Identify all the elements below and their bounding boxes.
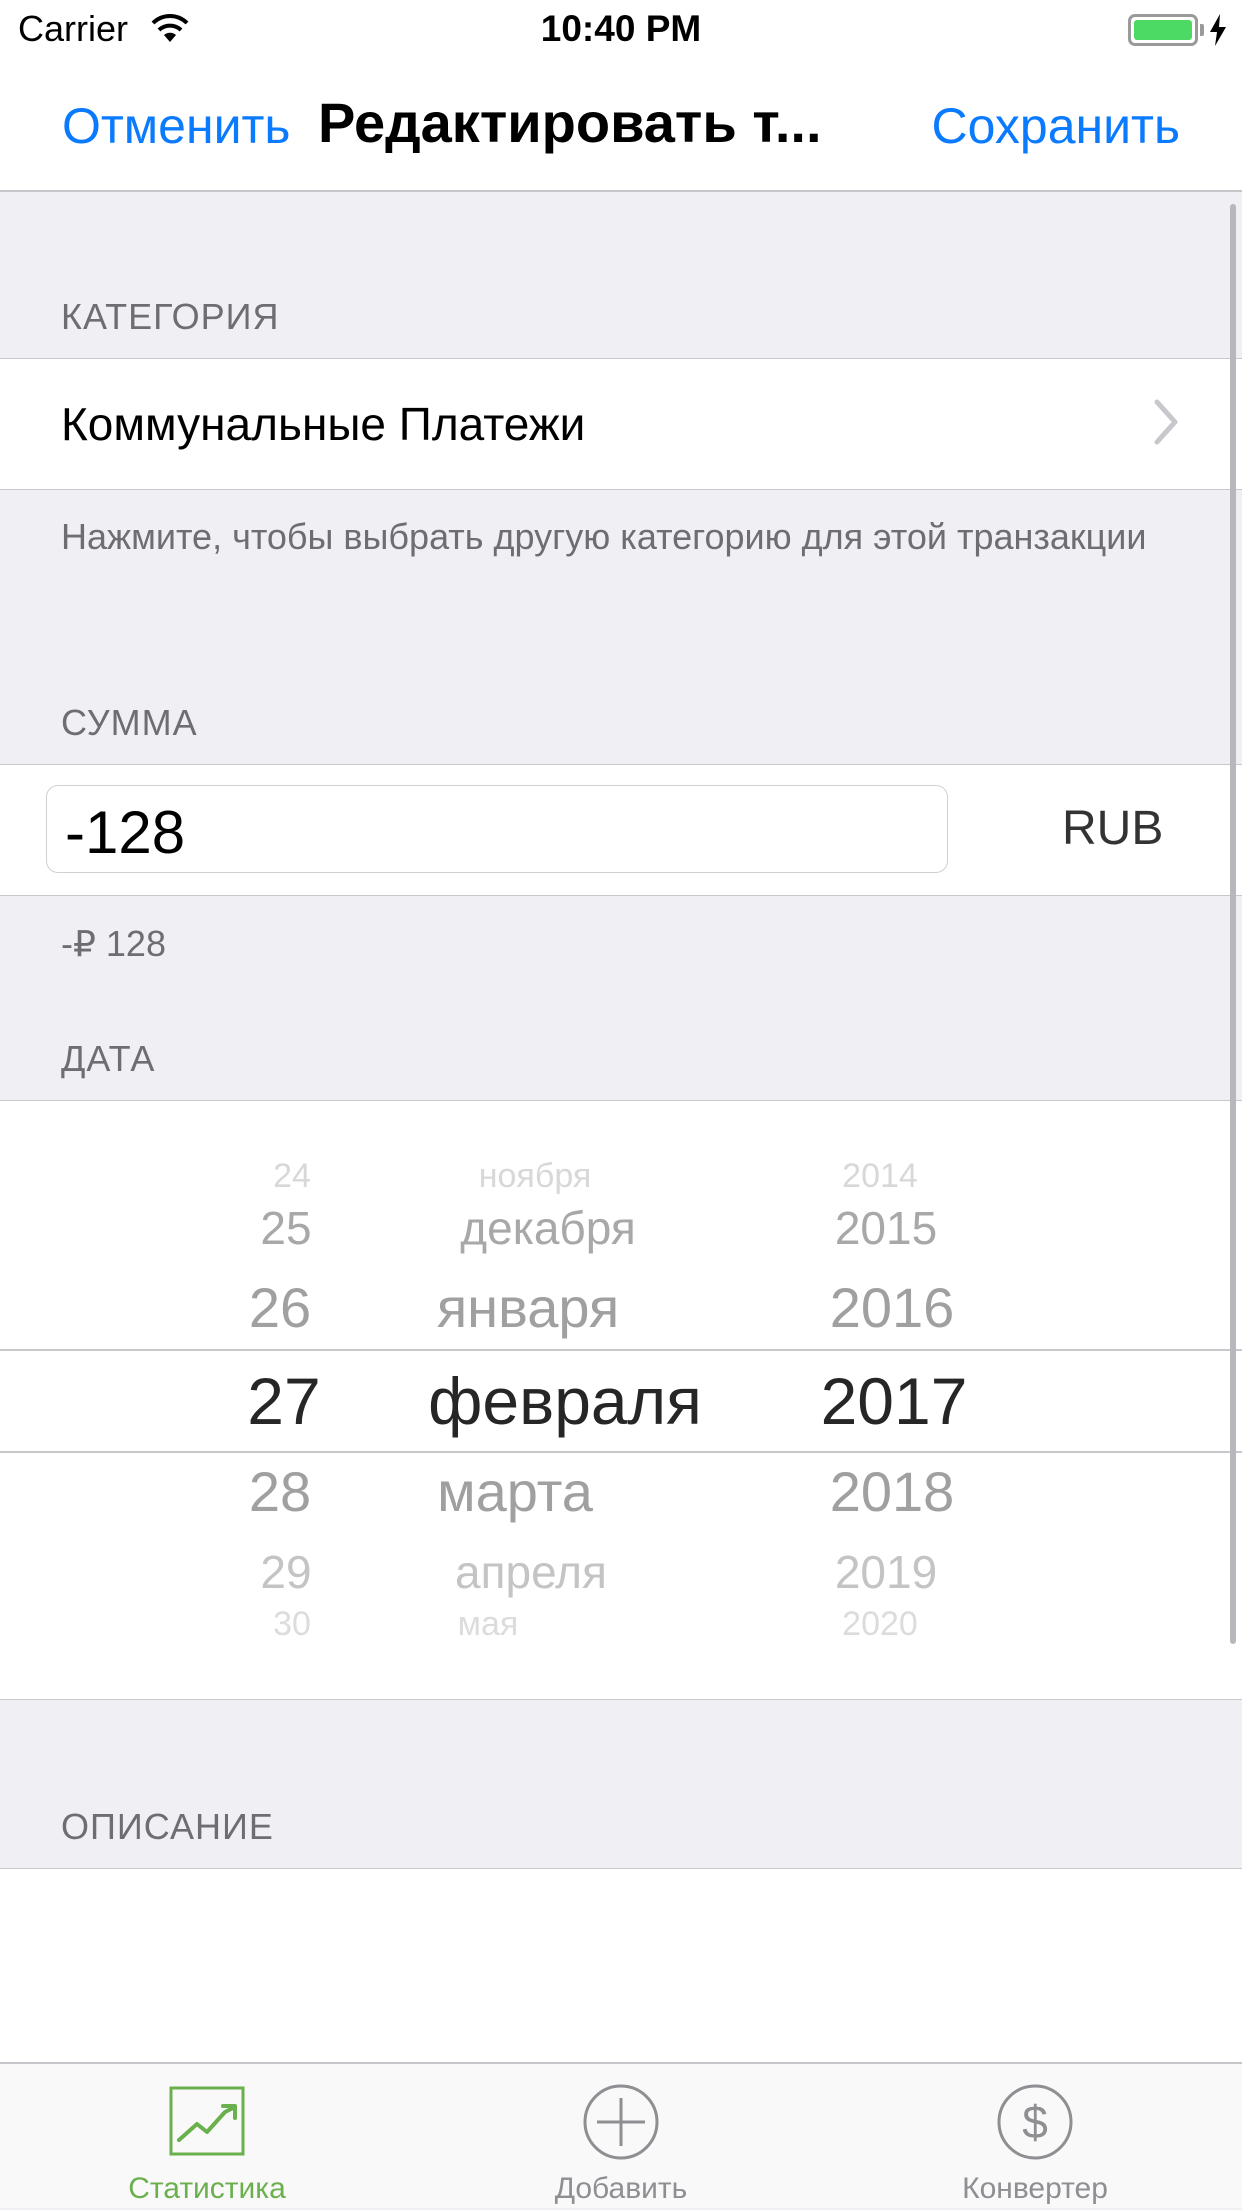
- currency-button[interactable]: RUB: [1062, 801, 1163, 856]
- picker-month: ноября: [478, 1157, 592, 1195]
- picker-month: декабря: [460, 1202, 636, 1254]
- description-field[interactable]: [0, 1868, 1242, 2064]
- tab-statistics[interactable]: Статистика: [0, 2064, 414, 2210]
- picker-selection-top: [0, 1349, 1242, 1351]
- tab-add[interactable]: Добавить: [414, 2064, 828, 2210]
- picker-day: 28: [248, 1460, 312, 1523]
- category-cell[interactable]: Коммунальные Платежи: [0, 358, 1242, 490]
- picker-month: января: [436, 1276, 620, 1339]
- svg-text:$: $: [1022, 2096, 1048, 2148]
- picker-year: 2014: [842, 1157, 918, 1195]
- picker-year: 2016: [829, 1276, 955, 1339]
- tab-bar: Статистика Добавить $ Конвертер: [0, 2062, 1242, 2208]
- save-button[interactable]: Сохранить: [932, 97, 1180, 155]
- amount-section-header: СУММА: [61, 702, 198, 743]
- category-section-header: КАТЕГОРИЯ: [61, 296, 280, 337]
- amount-input[interactable]: -128: [46, 785, 948, 873]
- picker-month: марта: [437, 1460, 593, 1523]
- chart-icon: [169, 2086, 245, 2156]
- date-picker[interactable]: 24 25 26 27 28 29 30 ноября декабря янва…: [0, 1100, 1242, 1700]
- dollar-circle-icon: $: [997, 2084, 1073, 2160]
- status-bar: Carrier 10:40 PM: [0, 0, 1242, 60]
- page-title: Редактировать т...: [318, 91, 822, 154]
- picker-month: апреля: [455, 1546, 607, 1598]
- category-label: Коммунальные Платежи: [61, 398, 586, 450]
- picker-year-selected: 2017: [820, 1364, 968, 1438]
- picker-year: 2019: [834, 1546, 938, 1598]
- picker-year: 2020: [842, 1605, 918, 1643]
- amount-formatted: -₽ 128: [61, 923, 166, 964]
- tab-add-label: Добавить: [554, 2172, 688, 2205]
- picker-day: 24: [273, 1157, 311, 1195]
- description-section-header: ОПИСАНИЕ: [61, 1806, 274, 1847]
- battery-tip: [1200, 24, 1204, 36]
- tab-converter[interactable]: $ Конвертер: [828, 2064, 1242, 2210]
- navigation-bar: Отменить Редактировать т... Сохранить: [0, 60, 1242, 192]
- date-section-header: ДАТА: [61, 1038, 156, 1079]
- chevron-right-icon: [1154, 399, 1178, 445]
- picker-month-selected: февраля: [428, 1364, 702, 1438]
- picker-selection-bottom: [0, 1451, 1242, 1453]
- picker-day: 26: [248, 1276, 312, 1339]
- charging-icon: [1210, 14, 1226, 46]
- tab-converter-label: Конвертер: [962, 2172, 1108, 2205]
- picker-day: 25: [260, 1202, 312, 1254]
- tab-statistics-label: Статистика: [128, 2172, 286, 2205]
- amount-cell: -128 RUB: [0, 764, 1242, 896]
- category-footer-hint: Нажмите, чтобы выбрать другую категорию …: [61, 516, 1147, 557]
- picker-day: 30: [273, 1605, 311, 1643]
- picker-month: мая: [457, 1605, 519, 1643]
- cancel-button[interactable]: Отменить: [62, 97, 290, 155]
- plus-circle-icon: [583, 2084, 659, 2160]
- clock: 10:40 PM: [540, 8, 702, 49]
- scrollbar[interactable]: [1230, 204, 1236, 1644]
- battery-icon: [1128, 14, 1198, 46]
- amount-input-value: -128: [65, 799, 186, 866]
- picker-year: 2018: [829, 1460, 955, 1523]
- picker-day: 29: [260, 1546, 312, 1598]
- picker-day-selected: 27: [247, 1364, 321, 1438]
- picker-year: 2015: [834, 1202, 938, 1254]
